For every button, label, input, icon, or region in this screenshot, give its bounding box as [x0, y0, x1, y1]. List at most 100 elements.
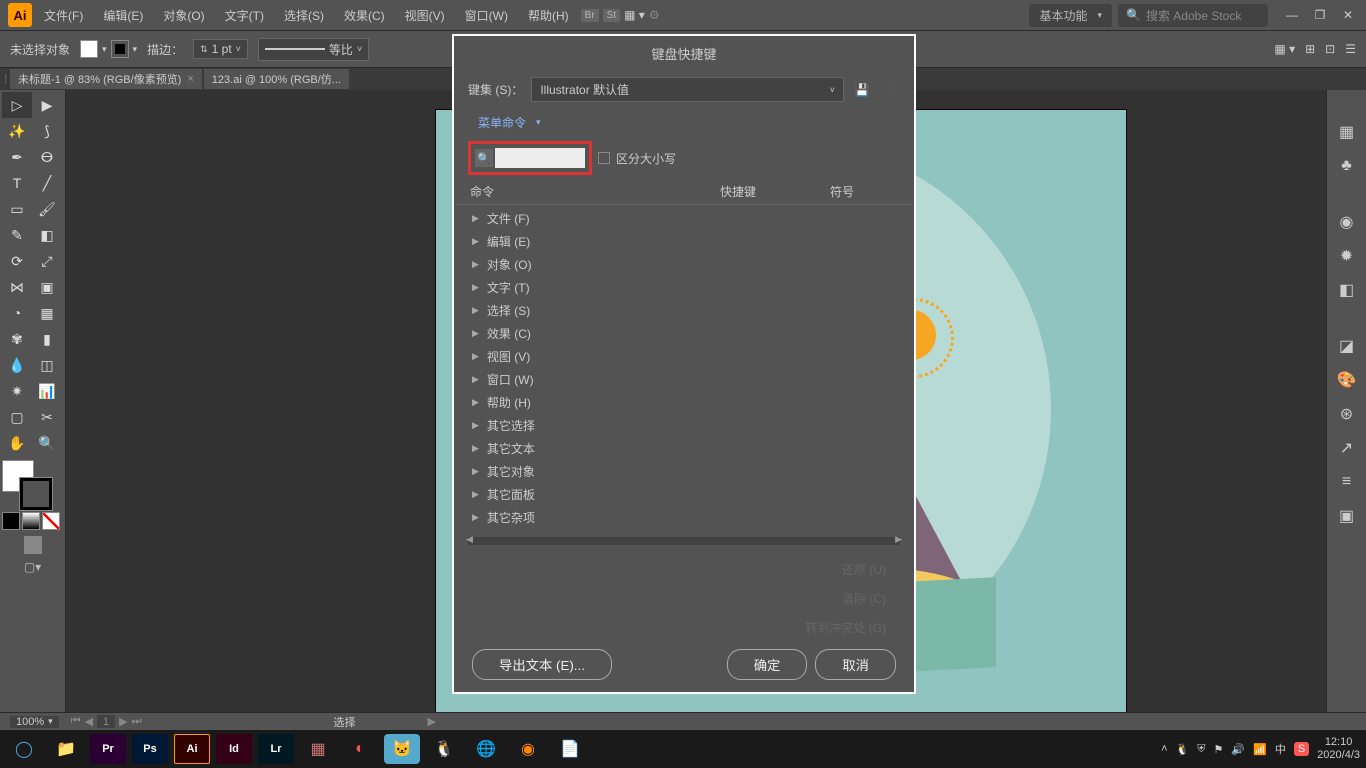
stock-icon[interactable]: St — [603, 9, 620, 22]
gpu-icon[interactable]: ⚙ — [649, 8, 660, 22]
cmd-item[interactable]: ▶帮助 (H) — [468, 391, 900, 414]
cmd-item[interactable]: ▶其它文本 — [468, 437, 900, 460]
line-tool[interactable]: ╱ — [32, 170, 62, 196]
selection-tool[interactable]: ▷ — [2, 92, 32, 118]
layers-panel-icon[interactable]: ≡ — [1335, 470, 1359, 494]
sogou-icon[interactable]: S — [1294, 742, 1309, 756]
menu-select[interactable]: 选择(S) — [276, 3, 332, 28]
color-guide-icon[interactable]: ◧ — [1335, 278, 1359, 302]
app-icon[interactable]: 🐱 — [384, 734, 420, 764]
lasso-tool[interactable]: ⟆ — [32, 118, 62, 144]
notepad-icon[interactable]: 📄 — [552, 734, 588, 764]
delete-set-icon[interactable]: 🗑 — [880, 80, 900, 100]
none-mode[interactable] — [42, 512, 60, 530]
cmd-item[interactable]: ▶其它选择 — [468, 414, 900, 437]
perspective-tool[interactable]: ▦ — [32, 300, 62, 326]
blend-tool[interactable]: ◫ — [32, 352, 62, 378]
zoom-tool[interactable]: 🔍 — [32, 430, 62, 456]
network-icon[interactable]: 📶 — [1253, 743, 1267, 756]
graph-tool[interactable]: 📊 — [32, 378, 62, 404]
cmd-item[interactable]: ▶其它面板 — [468, 483, 900, 506]
artboard-number[interactable]: 1 — [97, 715, 115, 728]
premiere-icon[interactable]: Pr — [90, 734, 126, 764]
screen-mode[interactable]: ▢▾ — [24, 560, 41, 574]
rectangle-tool[interactable]: ▭ — [2, 196, 32, 222]
curvature-tool[interactable]: ⴱ — [32, 144, 62, 170]
type-tool[interactable]: T — [2, 170, 32, 196]
document-tab-2[interactable]: 123.ai @ 100% (RGB/仿... — [204, 69, 349, 89]
workspace-switcher[interactable]: 基本功能 — [1029, 4, 1112, 27]
transform-icon[interactable]: ⊞ — [1305, 42, 1315, 56]
illustrator-icon[interactable]: Ai — [174, 734, 210, 764]
swatches-panel-icon[interactable]: ◪ — [1335, 334, 1359, 358]
indesign-icon[interactable]: Id — [216, 734, 252, 764]
app-icon[interactable]: ◐ — [342, 734, 378, 764]
align-icon[interactable]: ▦ ▾ — [1274, 42, 1295, 56]
case-sensitive-checkbox[interactable] — [598, 152, 610, 164]
tray-icon[interactable]: 🐧 — [1176, 743, 1190, 756]
browser-icon[interactable]: ◯ — [6, 734, 42, 764]
ok-button[interactable]: 确定 — [727, 649, 808, 680]
stock-search[interactable]: 🔍 搜索 Adobe Stock — [1118, 4, 1268, 27]
close-button[interactable]: ✕ — [1338, 8, 1358, 22]
draw-mode[interactable] — [24, 536, 42, 554]
cmd-item[interactable]: ▶其它对象 — [468, 460, 900, 483]
stroke-color[interactable] — [20, 478, 52, 510]
keyset-select[interactable]: Illustrator 默认值 ˅ — [531, 77, 844, 102]
maximize-button[interactable]: ❐ — [1310, 8, 1330, 22]
eyedropper-tool[interactable]: 💧 — [2, 352, 32, 378]
close-icon[interactable]: × — [187, 73, 193, 85]
symbols-panel-icon[interactable]: ⊛ — [1335, 402, 1359, 426]
chrome-icon[interactable]: 🌐 — [468, 734, 504, 764]
pen-tool[interactable]: ✒ — [2, 144, 32, 170]
cmd-item[interactable]: ▶文件 (F) — [468, 207, 900, 230]
export-panel-icon[interactable]: ↗ — [1335, 436, 1359, 460]
command-type-select[interactable]: 菜单命令 — [468, 112, 914, 133]
scroll-handle[interactable]: ▶ — [428, 715, 436, 728]
mesh-tool[interactable]: ✾ — [2, 326, 32, 352]
photoshop-icon[interactable]: Ps — [132, 734, 168, 764]
menu-effect[interactable]: 效果(C) — [336, 3, 393, 28]
menu-object[interactable]: 对象(O) — [155, 3, 212, 28]
gradient-mode[interactable] — [22, 512, 40, 530]
cmd-item[interactable]: ▶效果 (C) — [468, 322, 900, 345]
free-transform-tool[interactable]: ▣ — [32, 274, 62, 300]
menu-window[interactable]: 窗口(W) — [457, 3, 516, 28]
menu-help[interactable]: 帮助(H) — [520, 3, 577, 28]
cmd-item[interactable]: ▶视图 (V) — [468, 345, 900, 368]
shaper-tool[interactable]: ✎ — [2, 222, 32, 248]
volume-icon[interactable]: 🔊 — [1231, 743, 1245, 756]
tray-chevron[interactable]: ˄ — [1161, 743, 1167, 755]
tray-icon[interactable]: ⚑ — [1214, 743, 1224, 756]
explorer-icon[interactable]: 📁 — [48, 734, 84, 764]
color-mode[interactable] — [2, 512, 20, 530]
paintbrush-tool[interactable]: 🖌 — [32, 196, 62, 222]
cmd-item[interactable]: ▶其它杂项 — [468, 506, 900, 529]
ime-icon[interactable]: 中 — [1275, 741, 1286, 757]
cmd-item[interactable]: ▶对象 (O) — [468, 253, 900, 276]
cmd-item[interactable]: ▶选择 (S) — [468, 299, 900, 322]
document-tab-1[interactable]: 未标题-1 @ 83% (RGB/像素预览) × — [10, 69, 202, 89]
cmd-item[interactable]: ▶文字 (T) — [468, 276, 900, 299]
cancel-button[interactable]: 取消 — [815, 649, 896, 680]
arrange-icon[interactable]: ▦ ▾ — [624, 8, 645, 22]
artboard-tool[interactable]: ▢ — [2, 404, 32, 430]
slice-tool[interactable]: ✂ — [32, 404, 62, 430]
isolate-icon[interactable]: ⊡ — [1325, 42, 1335, 56]
lightroom-icon[interactable]: Lr — [258, 734, 294, 764]
export-text-button[interactable]: 导出文本 (E)... — [472, 649, 612, 680]
magic-wand-tool[interactable]: ✨ — [2, 118, 32, 144]
menu-file[interactable]: 文件(F) — [36, 3, 91, 28]
stroke-swatch[interactable] — [111, 40, 129, 58]
brushes-panel-icon[interactable]: 🎨 — [1335, 368, 1359, 392]
shape-builder-tool[interactable]: ◔ — [2, 300, 32, 326]
stroke-profile[interactable]: 等比˅ — [258, 38, 369, 61]
tray-icon[interactable]: ⛨ — [1197, 743, 1205, 756]
fill-swatch[interactable] — [80, 40, 98, 58]
stroke-weight[interactable]: ⇅1 pt˅ — [193, 39, 248, 59]
panel-menu-icon[interactable]: ☰ — [1345, 42, 1356, 56]
cmd-item[interactable]: ▶窗口 (W) — [468, 368, 900, 391]
artboards-panel-icon[interactable]: ▣ — [1335, 504, 1359, 528]
zoom-select[interactable]: 100%▾ — [10, 716, 59, 728]
direct-selection-tool[interactable]: ▶ — [32, 92, 62, 118]
